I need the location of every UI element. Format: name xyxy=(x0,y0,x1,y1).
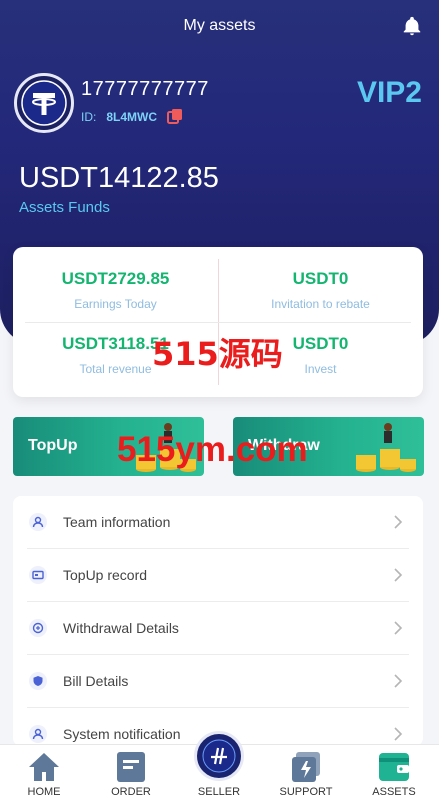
tab-label: SUPPORT xyxy=(279,786,333,798)
assets-amount: USDT14122.85 xyxy=(19,162,219,194)
stat-value: USDT0 xyxy=(292,334,349,353)
stat-value: USDT3118.51 xyxy=(62,334,169,353)
stat-invest: USDT0 Invest xyxy=(218,334,423,376)
tab-order[interactable]: ORDER xyxy=(87,745,175,805)
bell-icon[interactable] xyxy=(401,14,423,38)
tab-support[interactable]: SUPPORT xyxy=(262,745,350,805)
vip-level: VIP2 xyxy=(356,76,422,109)
top-bar: My assets xyxy=(0,0,439,52)
menu-item-label: System notification xyxy=(63,726,181,742)
chevron-right-icon xyxy=(394,568,403,582)
earnings-summary-card: USDT2729.85 Earnings Today USDT0 Invitat… xyxy=(13,247,423,397)
stat-value: USDT0 xyxy=(292,269,349,288)
team-icon xyxy=(29,513,47,531)
menu-item-withdrawal-details[interactable]: Withdrawal Details xyxy=(13,602,423,655)
withdraw-button-label: Withdraw xyxy=(248,437,320,454)
stat-earnings-today: USDT2729.85 Earnings Today xyxy=(13,269,218,311)
tether-logo-icon xyxy=(21,80,67,126)
tab-assets[interactable]: ASSETS xyxy=(350,745,438,805)
page-title: My assets xyxy=(183,17,256,34)
stat-label: Invest xyxy=(304,362,337,376)
chevron-right-icon xyxy=(394,727,403,741)
menu-item-label: TopUp record xyxy=(63,567,148,583)
coins-illustration-icon xyxy=(136,423,196,472)
user-id: ID: 8L4MWC xyxy=(81,110,157,124)
tab-label: ASSETS xyxy=(372,786,416,798)
chevron-right-icon xyxy=(394,515,403,529)
stat-value: USDT2729.85 xyxy=(61,269,170,288)
tab-label: SELLER xyxy=(197,786,241,798)
divider-horizontal xyxy=(25,322,411,323)
account-menu: Team information TopUp record Withdrawal… xyxy=(13,496,423,746)
menu-item-label: Team information xyxy=(63,514,171,530)
stat-label: Invitation to rebate xyxy=(271,297,370,311)
user-phone: 17777777777 xyxy=(81,78,209,100)
avatar xyxy=(14,73,74,133)
menu-item-label: Bill Details xyxy=(63,673,129,689)
tab-label: HOME xyxy=(27,786,61,798)
withdraw-icon xyxy=(29,619,47,637)
bottom-tab-bar: HOME ORDER SELLER SUPPORT ASSETS xyxy=(0,731,439,805)
topup-button-label: TopUp xyxy=(28,437,78,454)
tab-label: ORDER xyxy=(111,786,151,798)
stat-label: Total revenue xyxy=(79,362,152,376)
card-icon xyxy=(29,566,47,584)
coins-illustration-icon xyxy=(356,423,416,472)
seller-icon xyxy=(194,731,244,781)
order-icon xyxy=(117,752,145,782)
menu-item-team-information[interactable]: Team information xyxy=(13,496,423,549)
tab-home[interactable]: HOME xyxy=(0,745,88,805)
withdraw-button[interactable]: Withdraw xyxy=(233,417,424,476)
support-icon xyxy=(292,752,320,782)
stat-total-revenue: USDT3118.51 Total revenue xyxy=(13,334,218,376)
shield-icon xyxy=(29,672,47,690)
home-icon xyxy=(29,753,59,781)
menu-item-bill-details[interactable]: Bill Details xyxy=(13,655,423,708)
tab-seller[interactable]: SELLER xyxy=(175,731,263,805)
chevron-right-icon xyxy=(394,621,403,635)
user-id-value: 8L4MWC xyxy=(106,110,158,124)
stat-label: Earnings Today xyxy=(74,297,157,311)
menu-item-topup-record[interactable]: TopUp record xyxy=(13,549,423,602)
chevron-right-icon xyxy=(394,674,403,688)
copy-icon[interactable] xyxy=(167,108,183,124)
wallet-icon xyxy=(379,753,409,781)
menu-item-label: Withdrawal Details xyxy=(63,620,179,636)
topup-button[interactable]: TopUp xyxy=(13,417,204,476)
user-icon xyxy=(29,725,47,743)
assets-label: Assets Funds xyxy=(19,199,110,216)
stat-invitation-rebate: USDT0 Invitation to rebate xyxy=(218,269,423,311)
user-id-label: ID: xyxy=(81,110,97,124)
